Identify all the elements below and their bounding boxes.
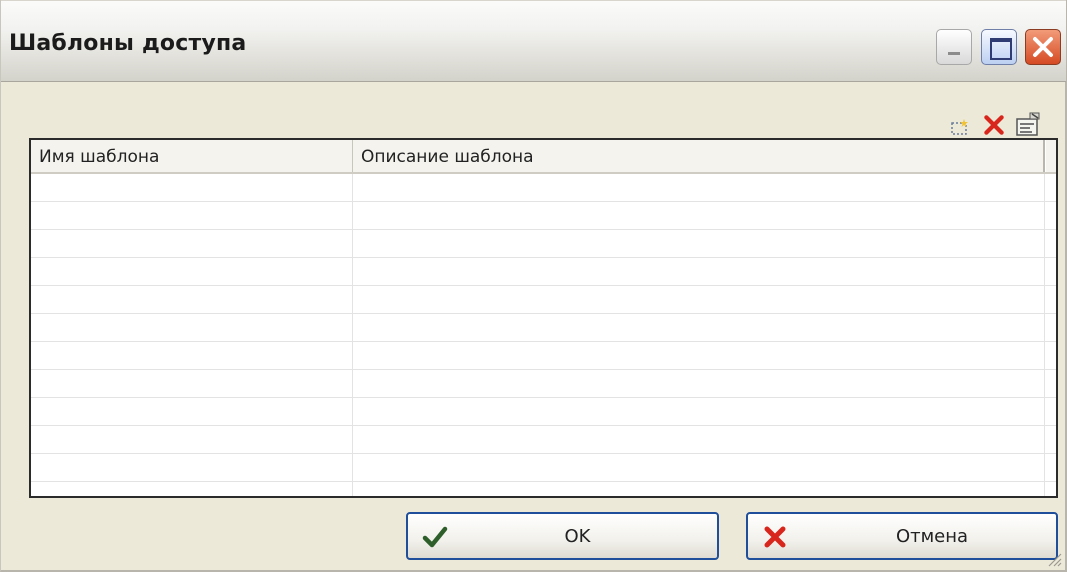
ok-button-label: OK (564, 526, 591, 547)
close-icon (1033, 37, 1053, 57)
template-description-cell[interactable] (353, 454, 1045, 481)
maximize-button[interactable] (981, 29, 1017, 65)
template-name-cell[interactable] (31, 286, 353, 313)
table-row[interactable] (31, 286, 1056, 314)
table-row[interactable] (31, 258, 1056, 286)
template-name-cell[interactable] (31, 230, 353, 257)
minimize-icon (948, 52, 960, 55)
template-description-cell[interactable] (353, 370, 1045, 397)
template-name-cell[interactable] (31, 202, 353, 229)
table-row[interactable] (31, 230, 1056, 258)
template-name-cell[interactable] (31, 314, 353, 341)
template-name-cell[interactable] (31, 398, 353, 425)
table-row[interactable] (31, 398, 1056, 426)
table-row[interactable] (31, 370, 1056, 398)
template-name-cell[interactable] (31, 370, 353, 397)
maximize-icon (990, 38, 1012, 60)
cancel-button[interactable]: Отмена (746, 512, 1058, 560)
table-row[interactable] (31, 454, 1056, 482)
column-header-filler (1045, 140, 1056, 172)
template-description-cell[interactable] (353, 426, 1045, 453)
minimize-button[interactable] (936, 29, 972, 65)
template-description-cell[interactable] (353, 342, 1045, 369)
template-description-cell[interactable] (353, 398, 1045, 425)
template-description-cell[interactable] (353, 314, 1045, 341)
access-templates-dialog: Шаблоны доступа Имя шаблона Описание шаб… (0, 0, 1067, 572)
template-name-cell[interactable] (31, 426, 353, 453)
delete-icon[interactable] (983, 114, 1005, 136)
template-name-cell[interactable] (31, 258, 353, 285)
table-row[interactable] (31, 342, 1056, 370)
template-description-cell[interactable] (353, 230, 1045, 257)
template-name-cell[interactable] (31, 174, 353, 201)
template-name-cell[interactable] (31, 454, 353, 481)
table-row[interactable] (31, 202, 1056, 230)
cancel-button-label: Отмена (895, 526, 969, 547)
template-name-cell[interactable] (31, 342, 353, 369)
column-header-template-description[interactable]: Описание шаблона (353, 140, 1045, 172)
table-header: Имя шаблона Описание шаблона (31, 140, 1056, 174)
templates-table[interactable]: Имя шаблона Описание шаблона (29, 138, 1058, 498)
title-bar[interactable]: Шаблоны доступа (1, 0, 1066, 82)
table-row[interactable] (31, 426, 1056, 454)
table-row[interactable] (31, 482, 1056, 496)
table-row[interactable] (31, 174, 1056, 202)
resize-grip-icon[interactable] (1046, 551, 1062, 567)
window-title: Шаблоны доступа (9, 31, 247, 56)
template-description-cell[interactable] (353, 286, 1045, 313)
close-button[interactable] (1025, 29, 1061, 65)
template-name-cell[interactable] (31, 482, 353, 496)
column-header-template-name[interactable]: Имя шаблона (31, 140, 353, 172)
table-row[interactable] (31, 314, 1056, 342)
template-description-cell[interactable] (353, 174, 1045, 201)
properties-icon[interactable] (1014, 110, 1042, 138)
ok-button[interactable]: OK (406, 512, 719, 560)
new-item-icon[interactable] (949, 116, 971, 138)
table-body (31, 174, 1056, 496)
template-description-cell[interactable] (353, 202, 1045, 229)
template-description-cell[interactable] (353, 482, 1045, 496)
template-description-cell[interactable] (353, 258, 1045, 285)
